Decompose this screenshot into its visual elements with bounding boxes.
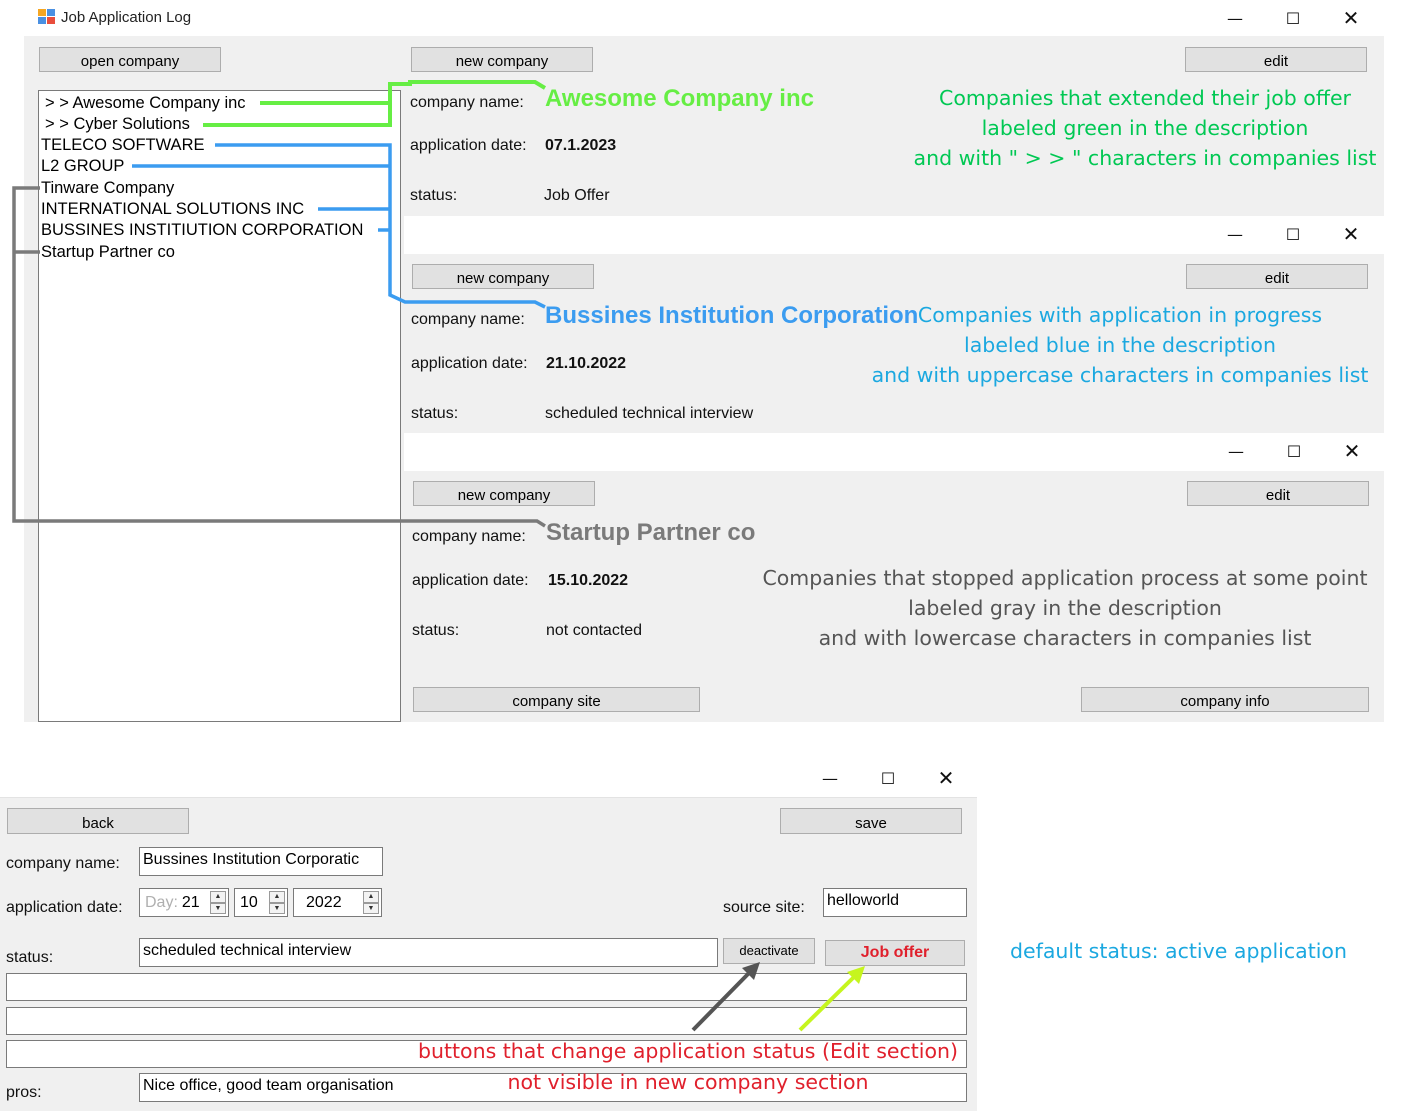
- default-status-note: default status: active application: [1010, 939, 1347, 963]
- deactivate-arrow: [691, 970, 752, 1032]
- job-offer-arrow: [798, 974, 857, 1032]
